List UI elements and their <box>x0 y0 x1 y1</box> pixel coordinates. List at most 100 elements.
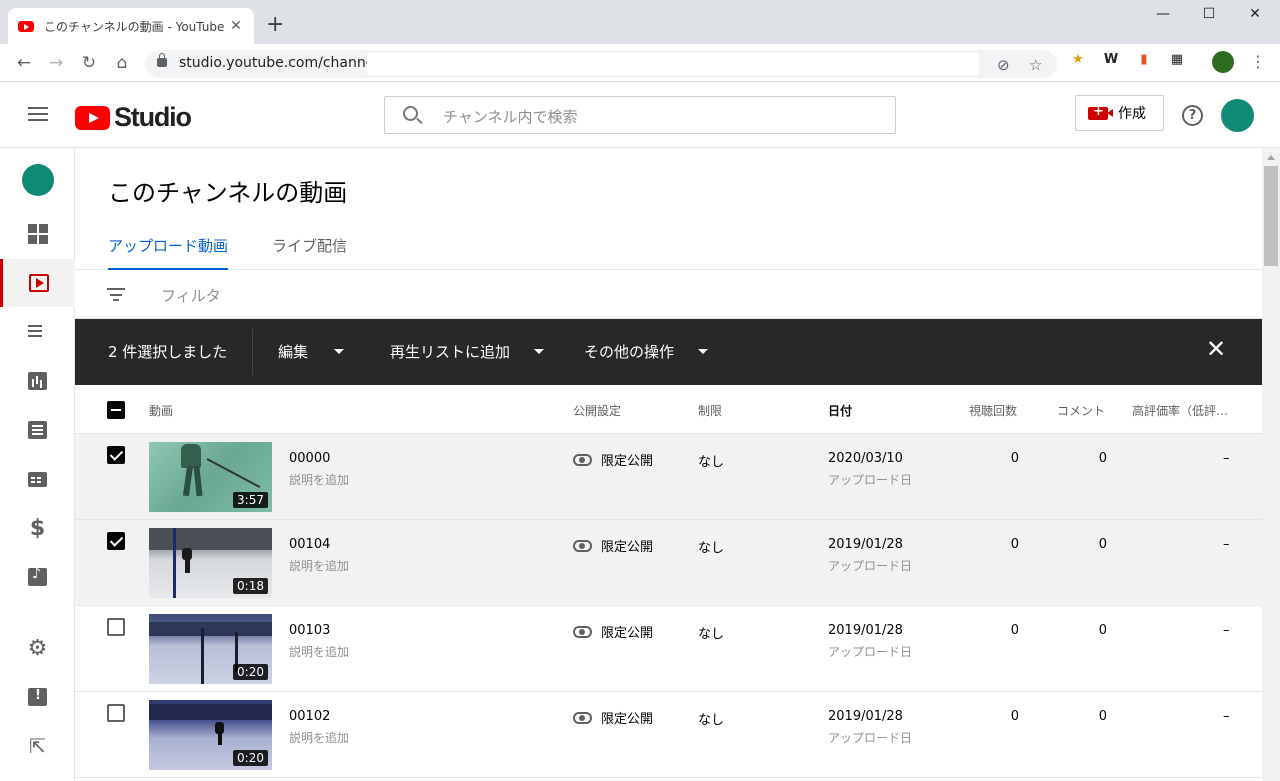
sidebar-item-subtitles[interactable] <box>0 455 75 503</box>
header-views[interactable]: 視聴回数 <box>969 402 1017 419</box>
visibility-cell[interactable]: 限定公開 <box>573 622 653 641</box>
dashboard-icon <box>27 224 48 244</box>
address-bar[interactable]: studio.youtube.com/channel/ ⊘ ☆ <box>145 50 1057 78</box>
new-tab-icon[interactable]: + <box>266 14 284 36</box>
date-sub-label: アップロード日 <box>828 731 913 745</box>
bookmark-star-icon[interactable]: ☆ <box>1029 56 1042 74</box>
hamburger-menu-icon[interactable] <box>28 107 48 121</box>
tab-live[interactable]: ライブ配信 <box>272 235 347 270</box>
slalom-pole <box>201 628 204 684</box>
video-thumbnail[interactable]: 3:57 <box>149 442 272 512</box>
table-row[interactable]: 3:57 00000 説明を追加 限定公開 なし 2020/03/10 アップロ… <box>75 434 1262 520</box>
channel-search-input[interactable]: チャンネル内で検索 <box>384 96 896 134</box>
create-button[interactable]: 作成 <box>1075 95 1164 131</box>
restrictions-cell: なし <box>698 455 725 470</box>
blocked-content-icon[interactable]: ⊘ <box>997 56 1010 74</box>
settings-icon: ⚙ <box>27 635 48 661</box>
video-description[interactable]: 説明を追加 <box>289 643 349 660</box>
address-url[interactable]: studio.youtube.com/channel/ <box>179 55 383 71</box>
row-checkbox[interactable] <box>107 532 125 550</box>
back-icon[interactable]: ← <box>12 52 36 74</box>
date-sub-label: アップロード日 <box>828 473 913 487</box>
playlists-icon <box>27 324 48 340</box>
add-to-playlist-dropdown[interactable]: 再生リストに追加 <box>390 341 545 362</box>
sidebar-item-settings[interactable]: ⚙ <box>0 624 75 672</box>
sidebar-item-dashboard[interactable] <box>0 210 75 258</box>
sidebar-item-audio-library[interactable] <box>0 553 75 601</box>
video-title[interactable]: 00104 <box>289 537 330 552</box>
row-checkbox[interactable] <box>107 618 125 636</box>
action-bar-divider <box>252 329 253 375</box>
skier-leg <box>193 465 203 497</box>
header-date[interactable]: 日付 <box>828 402 852 419</box>
sidebar-item-monetization[interactable]: $ <box>0 504 75 552</box>
video-description[interactable]: 説明を追加 <box>289 729 349 746</box>
account-avatar[interactable] <box>1221 99 1254 132</box>
address-url-redacted <box>367 53 979 75</box>
sidebar-item-playlists[interactable] <box>0 308 75 356</box>
visibility-cell[interactable]: 限定公開 <box>573 536 653 555</box>
filter-icon[interactable] <box>107 288 125 305</box>
filter-input[interactable]: フィルタ <box>161 285 221 306</box>
eye-icon <box>573 453 592 466</box>
browser-menu-icon[interactable]: ⋮ <box>1250 52 1266 71</box>
maximize-window-icon[interactable]: ☐ <box>1186 6 1232 22</box>
visibility-label: 限定公開 <box>601 626 654 641</box>
video-duration: 0:20 <box>233 664 268 680</box>
visibility-cell[interactable]: 限定公開 <box>573 450 653 469</box>
sidebar-item-videos[interactable] <box>0 259 75 307</box>
video-thumbnail[interactable]: 0:20 <box>149 614 272 684</box>
sidebar-item-feedback[interactable] <box>0 673 75 721</box>
tab-uploads[interactable]: アップロード動画 <box>108 235 229 270</box>
table-row[interactable]: 0:20 00102 説明を追加 限定公開 なし 2019/01/28 アップロ… <box>75 692 1262 778</box>
browser-tab[interactable]: このチャンネルの動画 - YouTube Studio ✕ <box>8 8 254 44</box>
video-title[interactable]: 00103 <box>289 623 330 638</box>
visibility-cell[interactable]: 限定公開 <box>573 708 653 727</box>
extension-office-icon[interactable]: ▮ <box>1134 50 1154 70</box>
studio-logo[interactable]: Studio <box>75 102 192 133</box>
restrictions-cell: なし <box>698 541 725 556</box>
edit-dropdown[interactable]: 編集 <box>278 341 345 362</box>
extension-qr-icon[interactable]: ▦ <box>1167 50 1187 70</box>
comments-cell: 0 <box>1098 709 1107 724</box>
sidebar-item-comments[interactable] <box>0 406 75 454</box>
video-thumbnail[interactable]: 0:20 <box>149 700 272 770</box>
row-checkbox[interactable] <box>107 704 125 722</box>
views-cell: 0 <box>1010 537 1019 552</box>
views-cell: 0 <box>1010 623 1019 638</box>
video-description[interactable]: 説明を追加 <box>289 557 349 574</box>
extension-w-icon[interactable]: W <box>1101 50 1121 70</box>
video-description[interactable]: 説明を追加 <box>289 471 349 488</box>
minimize-window-icon[interactable]: — <box>1140 6 1186 22</box>
filter-bar[interactable]: フィルタ <box>75 270 1262 319</box>
monetization-icon: $ <box>29 515 46 541</box>
sidebar-item-classic-studio[interactable]: ⇱ <box>0 722 75 770</box>
header-likes[interactable]: 高評価率（低評… <box>1132 402 1228 419</box>
video-thumbnail[interactable]: 0:18 <box>149 528 272 598</box>
table-row[interactable]: 0:20 00103 説明を追加 限定公開 なし 2019/01/28 アップロ… <box>75 606 1262 692</box>
close-window-icon[interactable]: ✕ <box>1232 6 1278 22</box>
scrollbar-thumb[interactable] <box>1264 166 1278 266</box>
video-title[interactable]: 00102 <box>289 709 330 724</box>
more-actions-label: その他の操作 <box>584 343 675 361</box>
help-icon[interactable]: ? <box>1182 105 1203 126</box>
row-checkbox[interactable] <box>107 446 125 464</box>
more-actions-dropdown[interactable]: その他の操作 <box>584 341 709 362</box>
table-row[interactable]: 0:18 00104 説明を追加 限定公開 なし 2019/01/28 アップロ… <box>75 520 1262 606</box>
selected-count: 2 件選択しました <box>108 343 228 361</box>
page-scrollbar[interactable] <box>1262 149 1280 781</box>
browser-profile-avatar[interactable] <box>1212 51 1234 73</box>
close-selection-icon[interactable]: ✕ <box>1206 335 1226 363</box>
video-title[interactable]: 00000 <box>289 451 330 466</box>
home-icon[interactable]: ⌂ <box>110 52 134 74</box>
extension-star-icon[interactable]: ★ <box>1068 50 1088 70</box>
channel-avatar[interactable] <box>22 164 54 196</box>
close-tab-icon[interactable]: ✕ <box>228 18 244 34</box>
date-cell: 2019/01/28 <box>828 623 903 638</box>
scroll-up-icon[interactable] <box>1267 155 1275 160</box>
sidebar-item-analytics[interactable] <box>0 357 75 405</box>
header-comments[interactable]: コメント <box>1057 402 1105 419</box>
select-all-checkbox[interactable] <box>107 401 125 419</box>
forward-icon[interactable]: → <box>44 52 68 74</box>
reload-icon[interactable]: ↻ <box>77 52 101 74</box>
